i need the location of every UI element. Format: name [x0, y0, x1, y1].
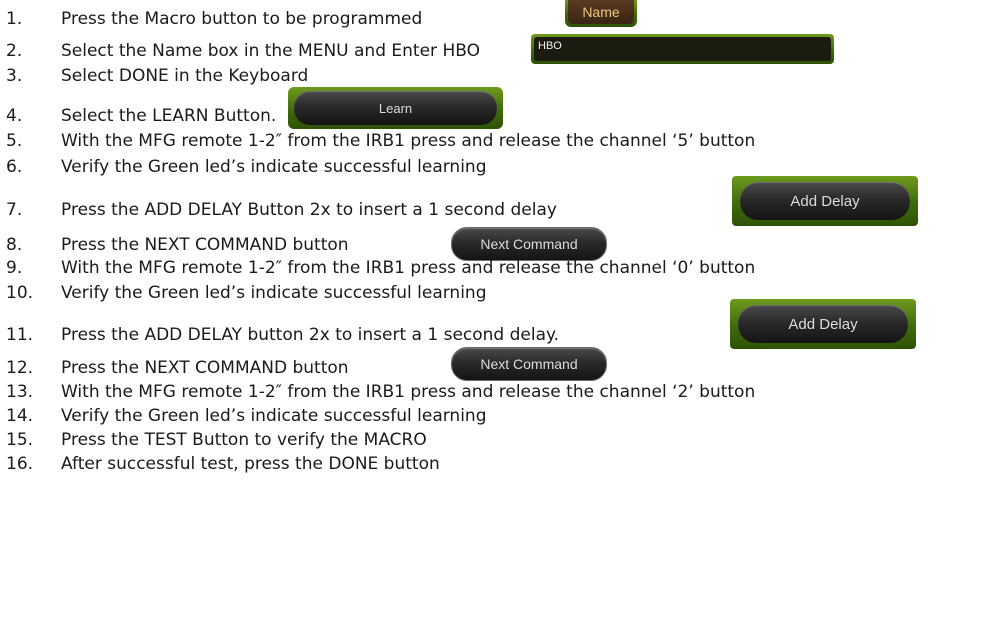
step-number: 3.	[6, 66, 23, 86]
name-button-label: Name	[568, 0, 634, 24]
step-text: Verify the Green led’s indicate successf…	[61, 157, 487, 177]
step-text: Press the Macro button to be programmed	[61, 9, 423, 29]
step-text: With the MFG remote 1-2″ from the IRB1 p…	[61, 131, 756, 151]
step-number: 2.	[6, 41, 23, 61]
step-text: Select the Name box in the MENU and Ente…	[61, 41, 480, 61]
step-number: 6.	[6, 157, 23, 177]
step-text: Verify the Green led’s indicate successf…	[61, 283, 487, 303]
name-button: Name	[565, 0, 637, 27]
next-command-button-label: Next Command	[480, 236, 578, 252]
step-number: 9.	[6, 258, 23, 278]
step-number: 7.	[6, 200, 23, 220]
step-number: 1.	[6, 9, 23, 29]
step-text: After successful test, press the DONE bu…	[61, 454, 440, 474]
add-delay-button-label: Add Delay	[740, 182, 910, 220]
step-text: Press the ADD DELAY button 2x to insert …	[61, 325, 560, 345]
step-number: 8.	[6, 235, 23, 255]
step-number: 16.	[6, 454, 34, 474]
step-number: 4.	[6, 106, 23, 126]
step-number: 11.	[6, 325, 34, 345]
add-delay-button: Add Delay	[732, 176, 918, 226]
hbo-name-field: HBO	[531, 34, 834, 64]
learn-button: Learn	[288, 87, 503, 129]
step-text: Press the TEST Button to verify the MACR…	[61, 430, 427, 450]
step-text: Select DONE in the Keyboard	[61, 66, 309, 86]
add-delay-button-label: Add Delay	[738, 305, 908, 343]
step-text: With the MFG remote 1-2″ from the IRB1 p…	[61, 258, 756, 278]
step-text: Press the NEXT COMMAND button	[61, 358, 349, 378]
step-number: 5.	[6, 131, 23, 151]
next-command-button-label: Next Command	[480, 356, 578, 372]
step-text: Verify the Green led’s indicate successf…	[61, 406, 487, 426]
step-number: 13.	[6, 382, 34, 402]
learn-button-label: Learn	[294, 91, 497, 125]
step-text: Press the ADD DELAY Button 2x to insert …	[61, 200, 557, 220]
hbo-field-value: HBO	[534, 37, 831, 61]
step-number: 15.	[6, 430, 34, 450]
step-text: Select the LEARN Button.	[61, 106, 277, 126]
step-number: 10.	[6, 283, 34, 303]
next-command-button: Next Command	[451, 347, 607, 381]
step-number: 14.	[6, 406, 34, 426]
step-number: 12.	[6, 358, 34, 378]
step-text: With the MFG remote 1-2″ from the IRB1 p…	[61, 382, 756, 402]
step-text: Press the NEXT COMMAND button	[61, 235, 349, 255]
add-delay-button: Add Delay	[730, 299, 916, 349]
